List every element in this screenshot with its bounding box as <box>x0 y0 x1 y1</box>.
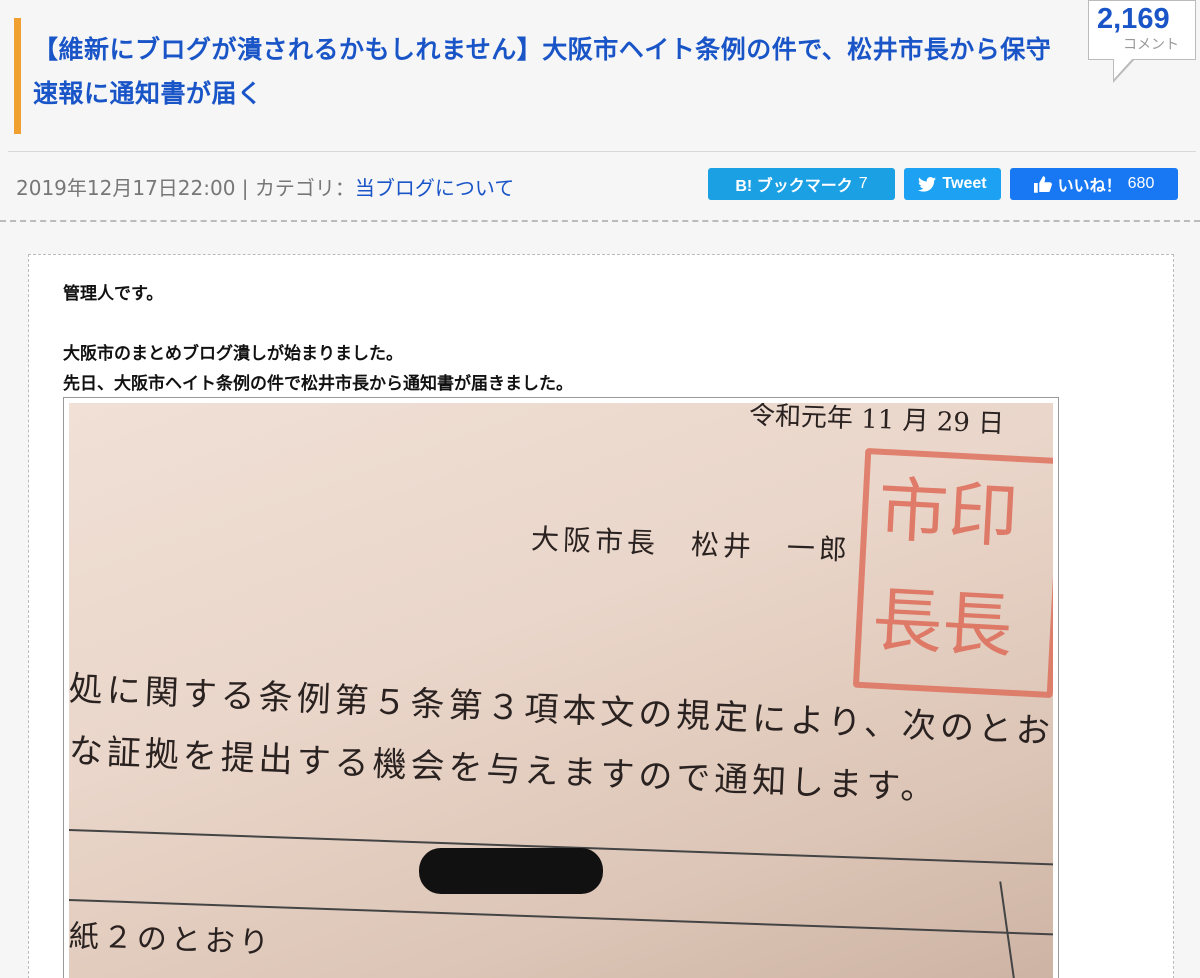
facebook-like-button[interactable]: いいね！ 680 <box>1010 168 1178 200</box>
notice-letter-photo[interactable]: 令和元年 11 月 29 日 市印 長長 大阪市長 松井 一郎 処に関する条例第５… <box>63 397 1059 978</box>
twitter-bird-icon <box>918 176 937 192</box>
post-title[interactable]: 【維新にブログが潰されるかもしれません】大阪市ヘイト条例の件で、松井市長から保守… <box>33 28 1074 116</box>
post-meta: 2019年12月17日22:00 | カテゴリ：当ブログについて <box>16 172 514 201</box>
category-link[interactable]: 当ブログについて <box>355 176 514 200</box>
body-paragraph: 大阪市のまとめブログ潰しが始まりました。 <box>63 344 403 364</box>
meta-separator: | <box>241 176 249 200</box>
tweet-button[interactable]: Tweet <box>904 168 1001 200</box>
letter-paper: 令和元年 11 月 29 日 市印 長長 大阪市長 松井 一郎 処に関する条例第５… <box>69 403 1053 978</box>
like-label: いいね！ <box>1057 178 1122 195</box>
like-count: 680 <box>1127 175 1155 192</box>
body-paragraph: 管理人です。 <box>63 284 164 304</box>
category-prefix: カテゴリ： <box>254 176 355 200</box>
hatena-bookmark-button[interactable]: B! ブックマーク 7 <box>708 168 895 200</box>
blog-post-page: 【維新にブログが潰されるかもしれません】大阪市ヘイト条例の件で、松井市長から保守… <box>0 0 1200 978</box>
body-paragraph: 先日、大阪市ヘイト条例の件で松井市長から通知書が届きました。 <box>63 374 573 394</box>
letter-text-line: 紙２のとおり <box>69 919 274 962</box>
post-title-block: 【維新にブログが潰されるかもしれません】大阪市ヘイト条例の件で、松井市長から保守… <box>14 18 1074 134</box>
hatena-label: B! ブックマーク <box>735 178 853 195</box>
letter-sender: 大阪市長 松井 一郎 <box>530 522 852 567</box>
post-datetime: 2019年12月17日22:00 <box>16 176 236 200</box>
hatena-count: 7 <box>858 175 868 192</box>
official-seal-stamp: 市印 長長 <box>852 447 1053 699</box>
letter-date: 令和元年 11 月 29 日 <box>748 403 1005 440</box>
title-divider <box>8 151 1196 152</box>
comment-count[interactable]: 2,169 <box>1097 3 1170 36</box>
speech-bubble-tail-inner <box>1114 58 1133 79</box>
comment-count-bubble[interactable]: 2,169 コメント <box>1088 0 1196 83</box>
tweet-label: Tweet <box>942 175 987 192</box>
thumbs-up-icon <box>1033 175 1052 193</box>
table-rule <box>999 881 1021 978</box>
meta-divider <box>0 220 1200 222</box>
redaction-mark <box>419 848 603 894</box>
comment-label: コメント <box>1123 37 1179 53</box>
article-body: 管理人です。 大阪市のまとめブログ潰しが始まりました。 先日、大阪市ヘイト条例の… <box>28 254 1174 978</box>
